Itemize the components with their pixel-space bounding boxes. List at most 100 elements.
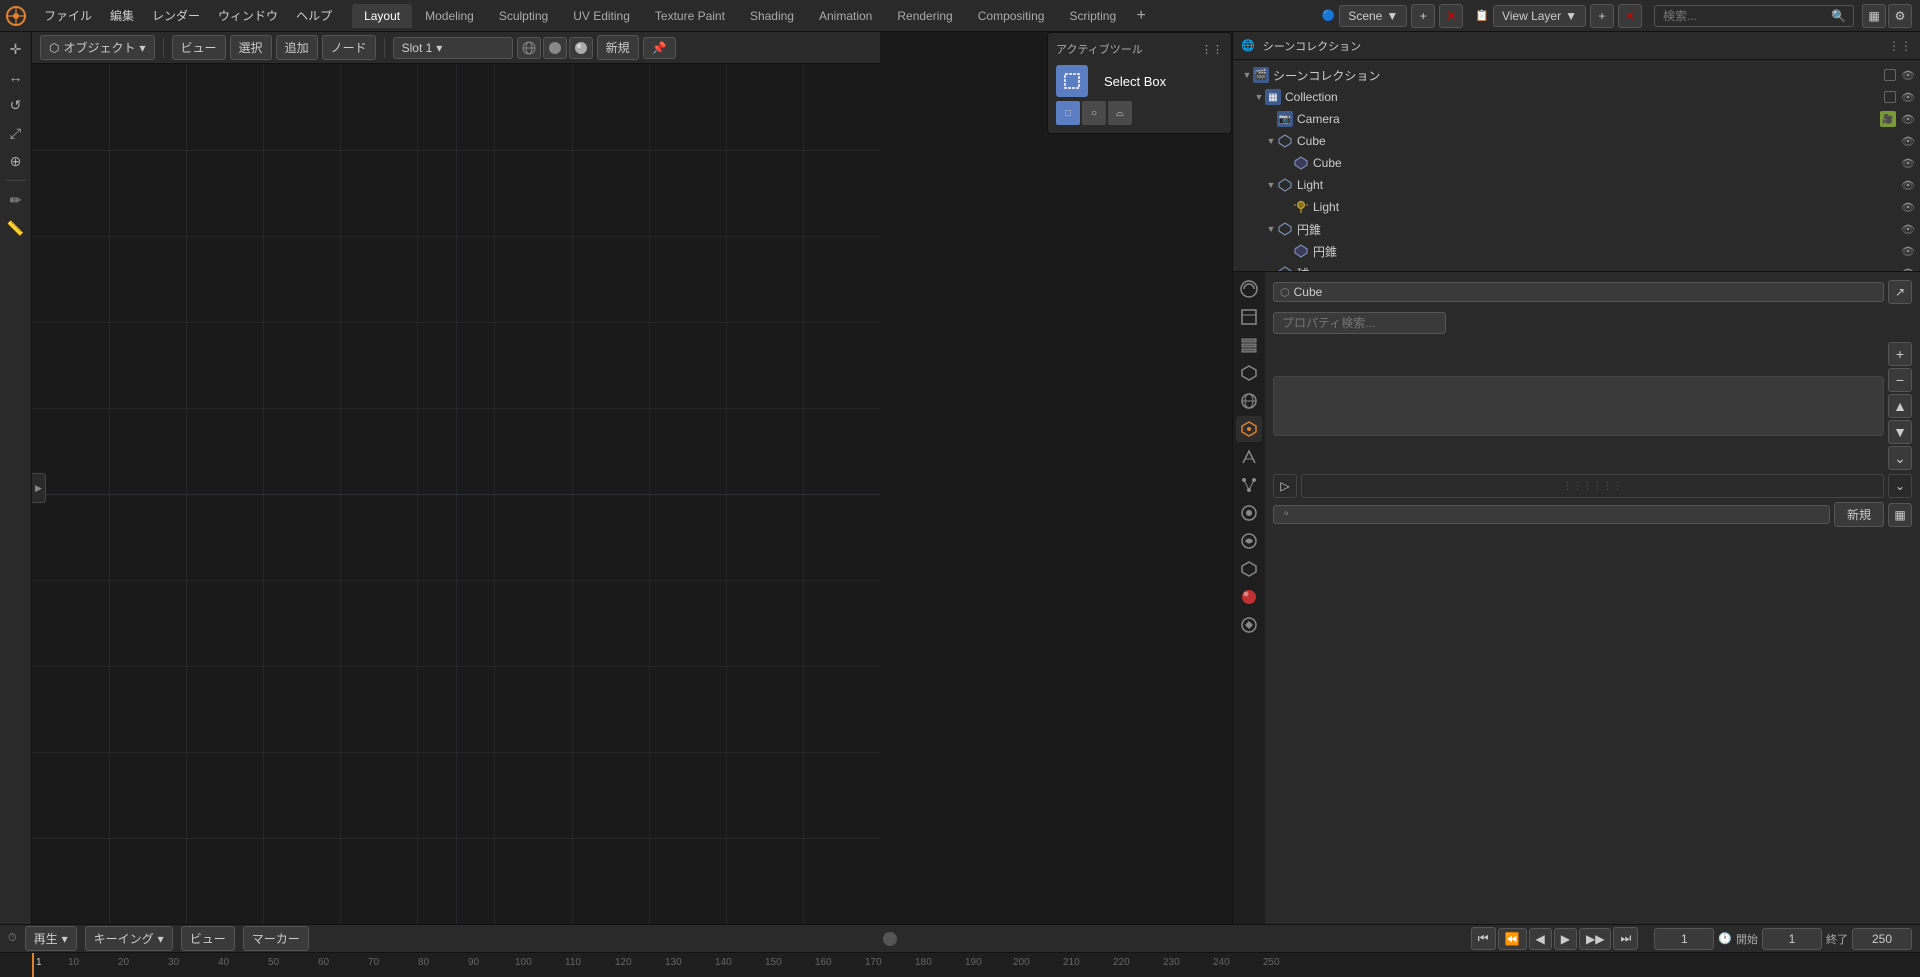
view-layer-selector[interactable]: View Layer ▼ (1493, 5, 1586, 27)
prop-tab-material[interactable] (1236, 584, 1262, 610)
expand-light[interactable]: ▼ (1265, 179, 1277, 191)
prop-tab-render[interactable] (1236, 276, 1262, 302)
tab-layout[interactable]: Layout (352, 4, 412, 28)
add-workspace-button[interactable]: + (1129, 4, 1153, 28)
material-slot-list[interactable] (1273, 376, 1884, 436)
play-pause-btn[interactable]: ▶ (1554, 928, 1577, 950)
panel-options-icon[interactable]: ⋮⋮ (1201, 43, 1223, 56)
tab-texture-paint[interactable]: Texture Paint (643, 4, 737, 28)
view-layer-add-button[interactable]: + (1590, 4, 1614, 28)
props-search-input[interactable] (1273, 312, 1446, 334)
wireframe-btn[interactable] (517, 37, 541, 59)
material-filter-btn[interactable]: ▦ (1888, 503, 1912, 527)
expand-material-btn[interactable]: ⌄ (1888, 446, 1912, 470)
slot-selector[interactable]: Slot 1 ▾ (393, 37, 513, 59)
tab-rendering[interactable]: Rendering (885, 4, 964, 28)
timeline-view-btn[interactable]: ビュー (181, 926, 235, 951)
cube-data-visibility[interactable]: 👁 (1900, 155, 1916, 171)
expand-collection[interactable]: ▼ (1253, 91, 1265, 103)
prop-tab-world[interactable] (1236, 388, 1262, 414)
start-frame-display[interactable]: 1 (1762, 928, 1822, 950)
current-frame-display[interactable]: 1 (1654, 928, 1714, 950)
remove-material-slot-btn[interactable]: − (1888, 368, 1912, 392)
collection-visibility[interactable]: 👁 (1900, 89, 1916, 105)
scene-collection-visibility[interactable]: 👁 (1900, 67, 1916, 83)
tab-scripting[interactable]: Scripting (1057, 4, 1128, 28)
settings-button[interactable]: ⚙ (1888, 4, 1912, 28)
outliner-row-cube-child[interactable]: ▷ Cube 👁 (1233, 152, 1920, 174)
outliner-options-icon[interactable]: ⋮⋮ (1888, 39, 1912, 53)
new-material-btn[interactable]: 新規 (597, 35, 639, 60)
cone-parent-visibility[interactable]: 👁 (1900, 221, 1916, 237)
prop-tab-data[interactable] (1236, 556, 1262, 582)
scene-selector[interactable]: Scene ▼ (1339, 5, 1407, 27)
tab-modeling[interactable]: Modeling (413, 4, 486, 28)
view-menu-btn[interactable]: ビュー (172, 35, 226, 60)
add-material-slot-btn[interactable]: + (1888, 342, 1912, 366)
menu-window[interactable]: ウィンドウ (210, 3, 286, 28)
material-slot-item[interactable] (1274, 377, 1883, 435)
move-down-material-btn[interactable]: ▼ (1888, 420, 1912, 444)
prop-tab-scene[interactable] (1236, 360, 1262, 386)
material-play-btn[interactable]: ▷ (1273, 474, 1297, 498)
viewport-mode-btn[interactable]: ⬡ オブジェクト ▾ (40, 35, 155, 60)
prop-tab-particle[interactable] (1236, 472, 1262, 498)
tab-shading[interactable]: Shading (738, 4, 806, 28)
outliner-row-light-parent[interactable]: ▼ Light 👁 (1233, 174, 1920, 196)
prop-tab-modifier[interactable] (1236, 444, 1262, 470)
add-menu-btn[interactable]: 追加 (276, 35, 318, 60)
record-btn[interactable] (883, 932, 897, 946)
solid-btn[interactable] (543, 37, 567, 59)
jump-back-btn[interactable]: ⏪ (1498, 928, 1527, 950)
outliner-row-sphere-parent[interactable]: ▼ 球 👁 (1233, 262, 1920, 272)
expand-cone[interactable]: ▼ (1265, 223, 1277, 235)
main-viewport[interactable] (32, 64, 880, 924)
select-menu-btn[interactable]: 選択 (230, 35, 272, 60)
prop-tab-physics[interactable] (1236, 500, 1262, 526)
light-parent-visibility[interactable]: 👁 (1900, 177, 1916, 193)
material-preview-btn[interactable] (569, 37, 593, 59)
menu-render[interactable]: レンダー (144, 3, 208, 28)
tab-animation[interactable]: Animation (807, 4, 884, 28)
tool-opt-circle[interactable]: ○ (1082, 101, 1106, 125)
collection-checkbox[interactable] (1884, 91, 1896, 103)
tab-compositing[interactable]: Compositing (966, 4, 1057, 28)
move-up-material-btn[interactable]: ▲ (1888, 394, 1912, 418)
outliner-row-camera[interactable]: ▷ 📷 Camera 🎥 👁 (1233, 108, 1920, 130)
outliner-row-collection[interactable]: ▼ ▦ Collection 👁 (1233, 86, 1920, 108)
prop-tab-shader[interactable] (1236, 612, 1262, 638)
move-tool-button[interactable]: ↔ (3, 64, 29, 90)
new-material-btn[interactable]: 新規 (1834, 502, 1884, 527)
expand-cube[interactable]: ▼ (1265, 135, 1277, 147)
keying-selector[interactable]: キーイング ▾ (85, 926, 173, 951)
menu-edit[interactable]: 編集 (102, 3, 142, 28)
scene-add-button[interactable]: + (1411, 4, 1435, 28)
camera-visibility[interactable]: 👁 (1900, 111, 1916, 127)
sphere-parent-visibility[interactable]: 👁 (1900, 265, 1916, 272)
global-search-input[interactable] (1654, 5, 1854, 27)
play-mode-selector[interactable]: 再生 ▾ (25, 926, 77, 951)
prop-expand-btn[interactable]: ↗ (1888, 280, 1912, 304)
outliner-row-cone-parent[interactable]: ▼ 円錐 👁 (1233, 218, 1920, 240)
menu-help[interactable]: ヘルプ (288, 3, 340, 28)
jump-end-btn[interactable]: ⏭ (1613, 927, 1638, 950)
sidebar-toggle-btn[interactable]: ▶ (32, 473, 46, 503)
scene-collection-checkbox[interactable] (1884, 69, 1896, 81)
annotate-tool-button[interactable]: ✏ (3, 187, 29, 213)
cone-data-visibility[interactable]: 👁 (1900, 243, 1916, 259)
timeline-marker-btn[interactable]: マーカー (243, 926, 309, 951)
expand-scene-collection[interactable]: ▼ (1241, 69, 1253, 81)
filter-button[interactable]: ▦ (1862, 4, 1886, 28)
object-name-input[interactable] (1294, 285, 1877, 299)
timeline-ruler[interactable]: 1 10 20 30 40 50 60 70 80 90 100 110 120… (0, 953, 1920, 977)
scale-tool-button[interactable]: ⤢ (3, 120, 29, 146)
prop-tab-output[interactable] (1236, 304, 1262, 330)
cube-parent-visibility[interactable]: 👁 (1900, 133, 1916, 149)
tab-sculpting[interactable]: Sculpting (487, 4, 560, 28)
outliner-row-cube-parent[interactable]: ▼ Cube 👁 (1233, 130, 1920, 152)
prop-tab-constraint[interactable] (1236, 528, 1262, 554)
tool-opt-lasso[interactable]: ⌓ (1108, 101, 1132, 125)
material-select-btn[interactable]: ⚬ (1273, 505, 1830, 524)
menu-file[interactable]: ファイル (36, 3, 100, 28)
rotate-tool-button[interactable]: ↺ (3, 92, 29, 118)
